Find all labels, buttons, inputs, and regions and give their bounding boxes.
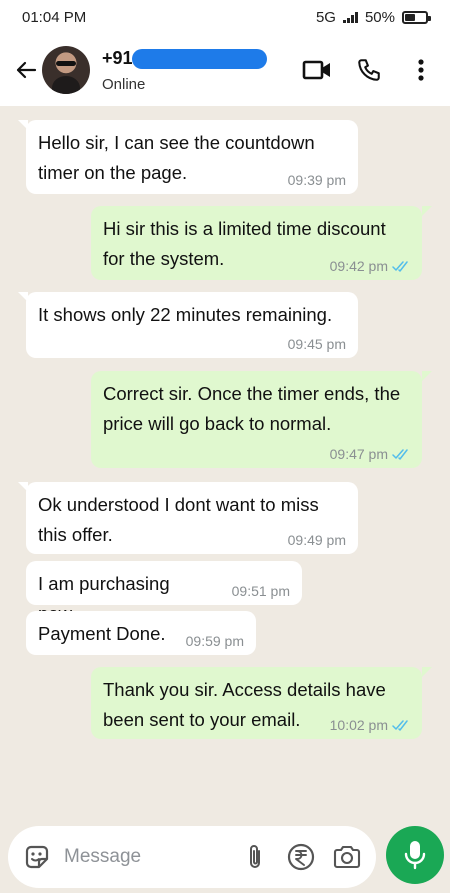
message-text: Ok understood I dont want to miss this o…: [38, 494, 319, 545]
message-time: 09:45 pm: [287, 336, 346, 352]
camera-icon: [333, 845, 361, 869]
battery-percent: 50%: [364, 8, 395, 26]
back-arrow-icon: [16, 61, 37, 79]
battery-icon: [402, 10, 431, 24]
message-time: 10:02 pm: [329, 717, 388, 733]
signal-icon: [342, 11, 358, 23]
back-button[interactable]: [6, 50, 46, 90]
message-input[interactable]: Message: [64, 846, 224, 868]
sticker-button[interactable]: [22, 842, 52, 872]
voice-record-button[interactable]: [386, 826, 444, 884]
message-bubble-incoming[interactable]: Ok understood I dont want to miss this o…: [26, 482, 358, 554]
camera-button[interactable]: [332, 842, 362, 872]
chat-header: +91 Online: [0, 34, 450, 106]
video-call-button[interactable]: [302, 55, 332, 85]
message-bubble-outgoing[interactable]: Hi sir this is a limited time discount f…: [91, 206, 422, 280]
message-bubble-outgoing[interactable]: Correct sir. Once the timer ends, the pr…: [91, 371, 422, 468]
message-bubble-outgoing[interactable]: Thank you sir. Access details have been …: [91, 667, 422, 739]
payment-button[interactable]: [286, 842, 316, 872]
message-time: 09:59 pm: [185, 633, 244, 649]
sticker-icon: [25, 845, 49, 869]
voice-call-button[interactable]: [354, 55, 384, 85]
video-camera-icon: [302, 60, 330, 80]
message-time: 09:42 pm: [329, 258, 388, 274]
message-text: Correct sir. Once the timer ends, the pr…: [103, 383, 401, 434]
message-text: Hello sir, I can see the countdown timer…: [38, 132, 315, 183]
bubble-tail: [422, 371, 432, 381]
double-check-icon: [392, 719, 408, 731]
attach-button[interactable]: [240, 842, 270, 872]
paperclip-icon: [250, 845, 260, 868]
message-time: 09:47 pm: [329, 446, 388, 462]
microphone-icon: [404, 841, 426, 870]
bubble-tail: [422, 206, 432, 216]
message-composer: Message: [8, 826, 376, 888]
kebab-menu-icon: [418, 59, 424, 81]
message-text: It shows only 22 minutes remaining.: [38, 304, 333, 325]
rupee-icon: [287, 843, 315, 871]
message-bubble-incoming[interactable]: Hello sir, I can see the countdown timer…: [26, 120, 358, 194]
bubble-tail: [422, 667, 432, 677]
status-bar: 01:04 PM 5G 50%: [0, 0, 450, 34]
contact-status: Online: [102, 76, 146, 93]
redaction-mark: [132, 49, 267, 69]
message-bubble-incoming[interactable]: It shows only 22 minutes remaining. 09:4…: [26, 292, 358, 358]
double-check-icon: [392, 260, 408, 272]
message-time: 09:49 pm: [287, 532, 346, 548]
message-bubble-incoming[interactable]: I am purchasing now. 09:51 pm: [26, 561, 302, 624]
message-time: 09:51 pm: [231, 583, 290, 599]
status-time: 01:04 PM: [22, 8, 87, 26]
message-text: Payment Done.: [38, 623, 166, 644]
contact-info[interactable]: +91 Online: [102, 46, 302, 94]
network-type: 5G: [315, 8, 336, 26]
more-options-button[interactable]: [406, 55, 436, 85]
message-bubble-incoming[interactable]: Payment Done. 09:59 pm: [26, 611, 256, 655]
phone-icon: [358, 59, 380, 81]
avatar[interactable]: [42, 46, 90, 94]
contact-name: +91: [102, 48, 133, 68]
message-time: 09:39 pm: [287, 172, 346, 188]
double-check-icon: [392, 448, 408, 460]
